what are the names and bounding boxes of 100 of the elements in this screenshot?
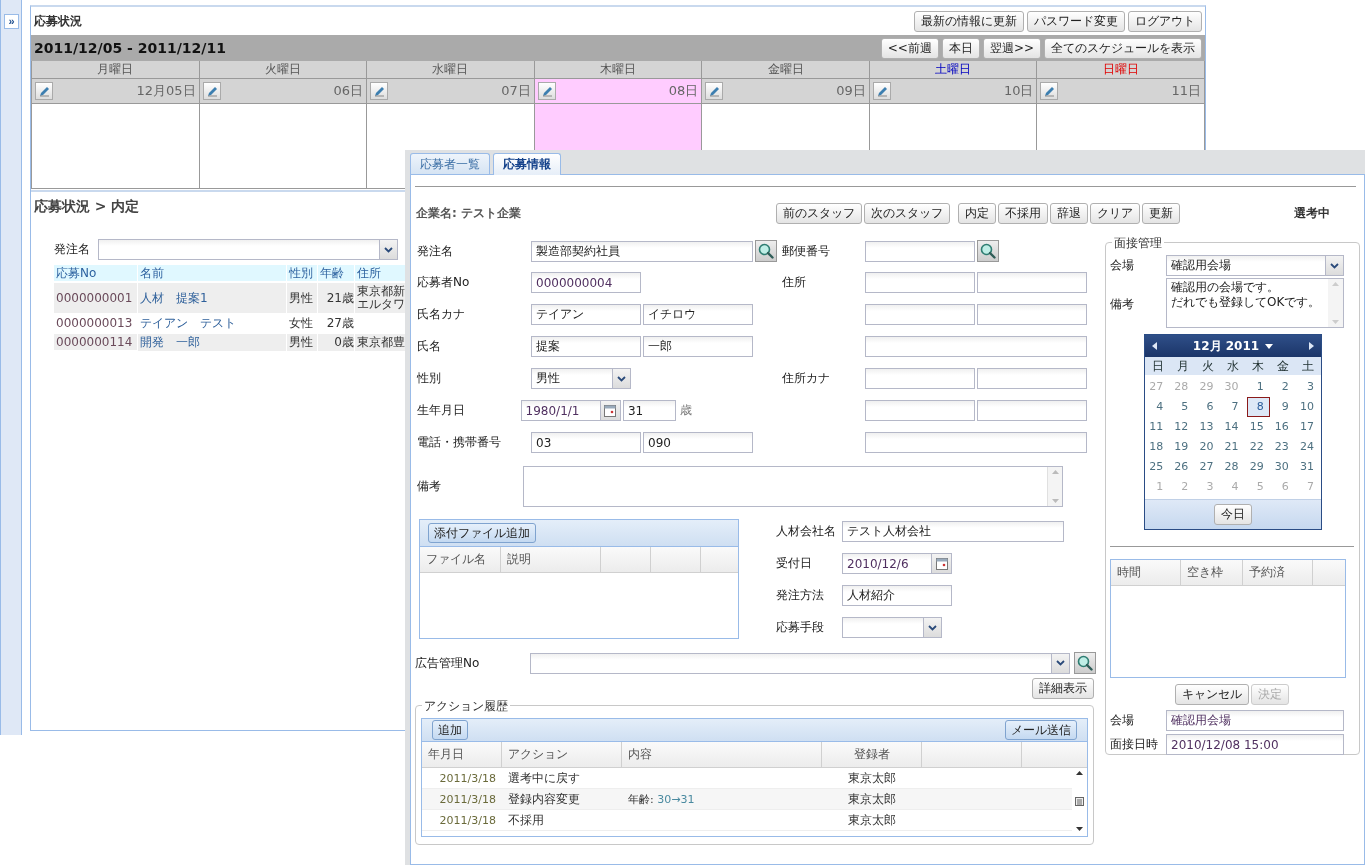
edit-button[interactable]	[370, 82, 389, 100]
calendar-day[interactable]: 7	[1221, 397, 1245, 417]
week-nav-button[interactable]: 翌週>>	[982, 37, 1041, 59]
text-field[interactable]: テイアン	[531, 304, 641, 325]
text-field[interactable]	[865, 272, 975, 293]
remarks-field[interactable]	[523, 466, 1063, 507]
text-field[interactable]: テスト人材会社	[842, 521, 1064, 542]
edit-button[interactable]	[705, 82, 724, 100]
calendar-day[interactable]: 2	[1271, 377, 1295, 397]
text-field[interactable]: イチロウ	[643, 304, 753, 325]
calendar-day[interactable]: 31	[1296, 457, 1320, 477]
tab[interactable]: 応募者一覧	[410, 153, 490, 174]
calendar-day[interactable]: 15	[1246, 417, 1270, 437]
text-field[interactable]: 製造部契約社員	[531, 240, 753, 262]
scrollbar[interactable]	[1047, 467, 1062, 506]
text-field[interactable]: 2010/12/08 15:00	[1166, 734, 1344, 755]
calendar-day[interactable]: 18	[1146, 437, 1170, 457]
dropdown-field[interactable]	[842, 617, 942, 638]
add-attachment-button[interactable]: 添付ファイル追加	[428, 523, 536, 543]
text-field[interactable]: 確認用会場	[1166, 710, 1344, 731]
calendar-day[interactable]: 3	[1296, 377, 1320, 397]
action-button[interactable]: 次のスタッフ	[864, 202, 950, 224]
search-button[interactable]	[755, 240, 777, 262]
calendar-day[interactable]: 11	[1146, 417, 1170, 437]
name-link[interactable]: 人材 提案1	[138, 283, 286, 313]
calendar-day[interactable]: 27	[1196, 457, 1220, 477]
cancel-button[interactable]: キャンセル	[1175, 684, 1249, 705]
action-button[interactable]: クリア	[1090, 202, 1140, 224]
calendar-day[interactable]: 17	[1296, 417, 1320, 437]
calendar-day[interactable]: 26	[1171, 457, 1195, 477]
calendar-day[interactable]: 20	[1196, 437, 1220, 457]
action-button[interactable]: 内定	[958, 202, 996, 224]
edit-button[interactable]	[872, 82, 891, 100]
calendar-day[interactable]: 1	[1246, 377, 1270, 397]
calendar-day[interactable]: 12	[1171, 417, 1195, 437]
text-field[interactable]	[865, 432, 1087, 453]
header-button[interactable]: パスワード変更	[1027, 10, 1125, 32]
note-field[interactable]: 確認用の会場です。 だれでも登録してOKです。	[1166, 278, 1344, 328]
calendar-day[interactable]: 9	[1271, 397, 1295, 417]
gender-dropdown[interactable]: 男性	[531, 368, 631, 389]
previous-month-button[interactable]	[1152, 342, 1157, 350]
detail-button[interactable]: 詳細表示	[1032, 678, 1094, 699]
calendar-day[interactable]: 22	[1246, 437, 1270, 457]
week-nav-button[interactable]: 本日	[941, 37, 980, 59]
text-field[interactable]: 090	[643, 432, 753, 453]
calendar-day[interactable]: 19	[1171, 437, 1195, 457]
action-button[interactable]: 辞退	[1050, 202, 1088, 224]
text-field[interactable]: 31	[622, 400, 677, 421]
week-nav-button[interactable]: 全てのスケジュールを表示	[1044, 37, 1202, 59]
text-field[interactable]: 人材紹介	[842, 585, 952, 606]
text-field[interactable]	[865, 304, 975, 325]
action-button[interactable]: 不採用	[998, 202, 1048, 224]
calendar-day[interactable]: 13	[1196, 417, 1220, 437]
calendar-day[interactable]: 29	[1246, 457, 1270, 477]
add-button[interactable]: 追加	[432, 720, 468, 740]
calendar-day[interactable]: 14	[1221, 417, 1245, 437]
scrollbar[interactable]	[1072, 768, 1087, 834]
calendar-day[interactable]: 16	[1271, 417, 1295, 437]
text-field[interactable]	[977, 304, 1087, 325]
week-nav-button[interactable]: <<前週	[880, 37, 939, 59]
tab[interactable]: 応募情報	[493, 153, 561, 175]
name-link[interactable]: 開発 一郎	[138, 334, 286, 351]
text-field[interactable]: 0000000004	[531, 272, 641, 293]
text-field[interactable]: 03	[531, 432, 641, 453]
edit-button[interactable]	[537, 82, 556, 100]
calendar-day[interactable]: 30	[1271, 457, 1295, 477]
calendar-day[interactable]: 25	[1146, 457, 1170, 477]
calendar-day[interactable]: 24	[1296, 437, 1320, 457]
calendar-day[interactable]: 5	[1171, 397, 1195, 417]
edit-button[interactable]	[35, 82, 53, 100]
calendar-day[interactable]: 8	[1246, 397, 1270, 417]
text-field[interactable]: 一郎	[643, 336, 753, 357]
edit-button[interactable]	[1040, 82, 1059, 100]
search-button[interactable]	[1074, 652, 1096, 674]
search-button[interactable]	[977, 240, 999, 262]
header-button[interactable]: 最新の情報に更新	[914, 10, 1024, 32]
header-button[interactable]: ログアウト	[1128, 10, 1202, 32]
venue-dropdown[interactable]: 確認用会場	[1166, 255, 1344, 276]
text-field[interactable]	[977, 272, 1087, 293]
calendar-day[interactable]: 21	[1221, 437, 1245, 457]
calendar-day[interactable]: 28	[1221, 457, 1245, 477]
action-button[interactable]: 前のスタッフ	[776, 202, 862, 224]
text-field[interactable]	[865, 368, 975, 389]
date-field[interactable]: 2010/12/6	[842, 553, 952, 574]
next-month-button[interactable]	[1309, 342, 1314, 350]
text-field[interactable]: 提案	[531, 336, 641, 357]
send-mail-button[interactable]: メール送信	[1005, 720, 1077, 740]
calendar-day[interactable]: 4	[1146, 397, 1170, 417]
text-field[interactable]	[865, 240, 975, 262]
calendar-day[interactable]: 6	[1196, 397, 1220, 417]
calendar-day[interactable]: 23	[1271, 437, 1295, 457]
date-field[interactable]: 1980/1/1	[520, 400, 621, 421]
text-field[interactable]	[865, 336, 1087, 357]
text-field[interactable]	[977, 368, 1087, 389]
calendar-day[interactable]: 10	[1296, 397, 1320, 417]
edit-button[interactable]	[202, 82, 221, 100]
today-button[interactable]: 今日	[1214, 504, 1252, 525]
text-field[interactable]	[977, 400, 1087, 421]
action-button[interactable]: 更新	[1142, 202, 1180, 224]
order-dropdown[interactable]	[98, 239, 398, 260]
